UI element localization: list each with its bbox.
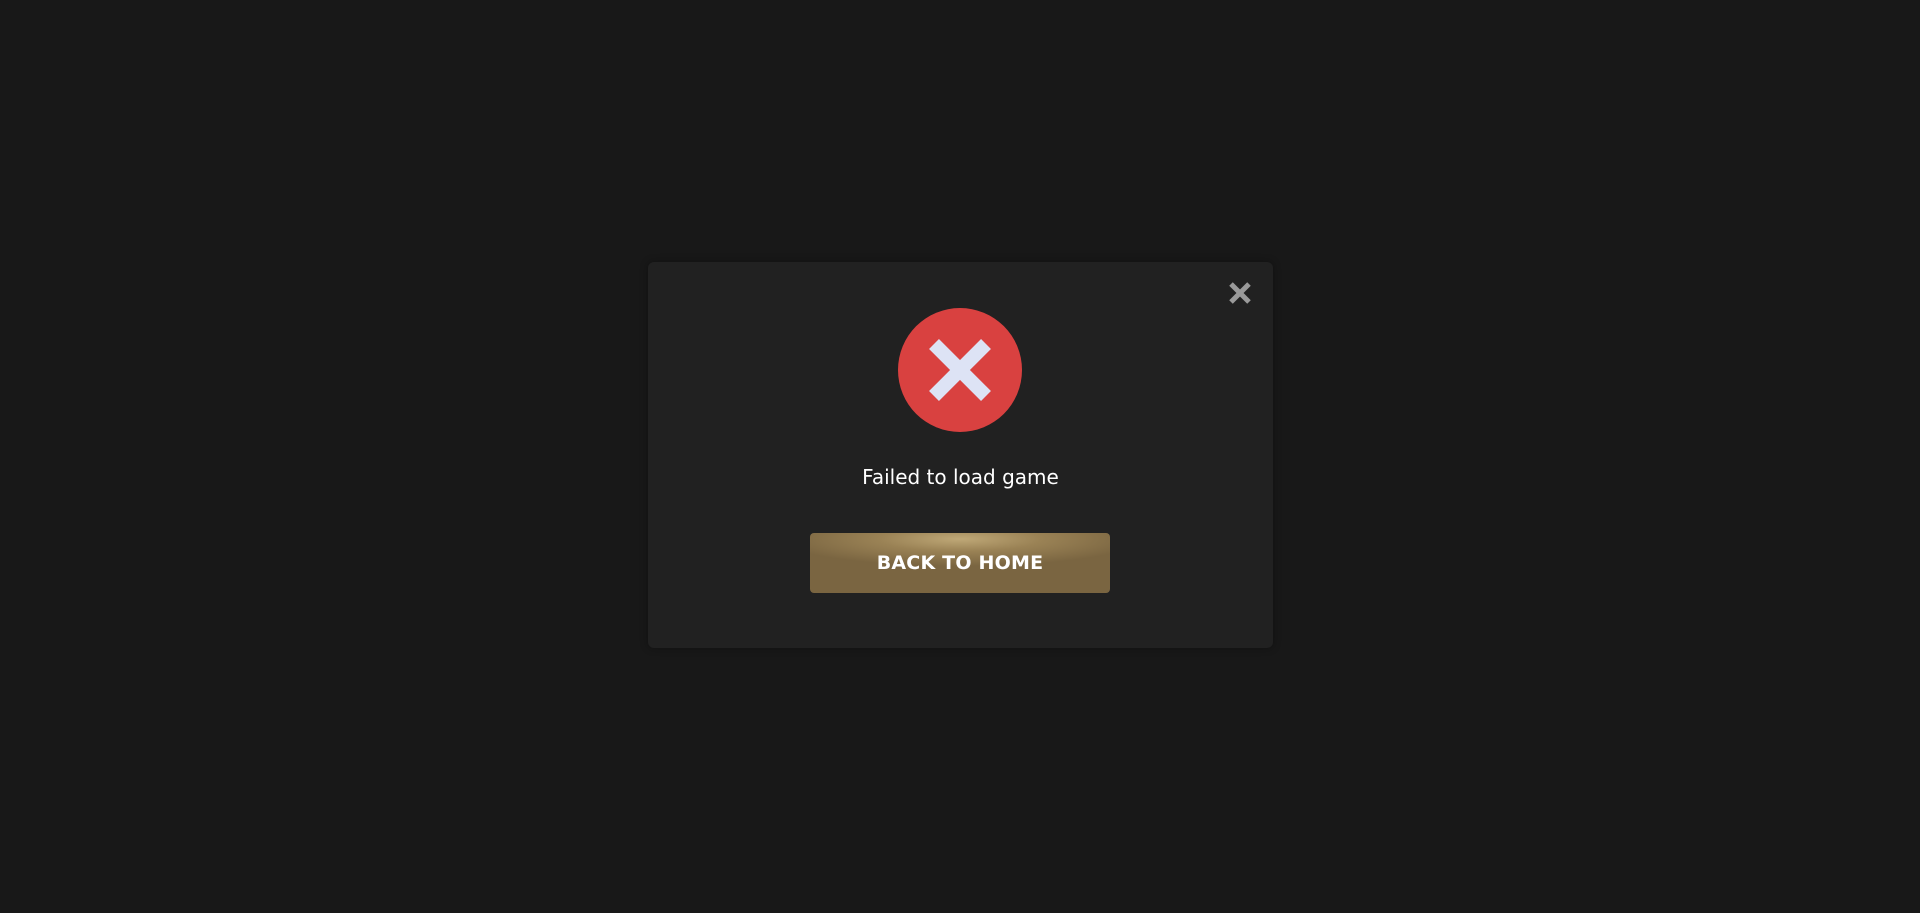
page-backdrop: Failed to load game BACK TO HOME bbox=[0, 0, 1920, 913]
close-button[interactable] bbox=[1225, 278, 1255, 308]
error-message: Failed to load game bbox=[862, 465, 1059, 489]
error-icon-badge bbox=[898, 308, 1022, 432]
error-modal: Failed to load game BACK TO HOME bbox=[648, 262, 1273, 648]
back-to-home-button[interactable]: BACK TO HOME bbox=[810, 533, 1110, 593]
error-x-icon bbox=[929, 339, 991, 401]
close-icon bbox=[1229, 282, 1251, 304]
